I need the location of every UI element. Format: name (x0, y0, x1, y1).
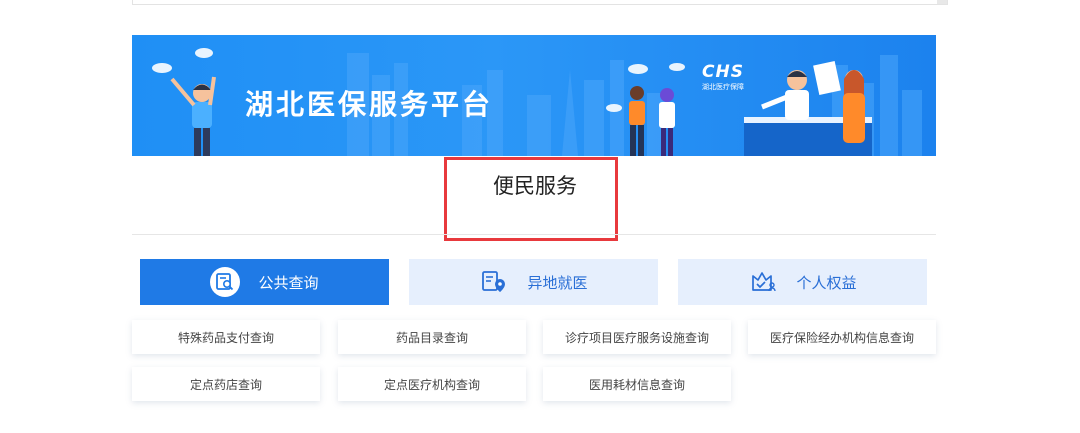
service-designated-pharmacy[interactable]: 定点药店查询 (132, 367, 320, 401)
search-document-icon (210, 267, 241, 297)
tab-label: 异地就医 (527, 273, 588, 292)
chs-logo: CHS 湖北医疗保障 (697, 62, 749, 96)
section-divider (132, 234, 936, 235)
tab-label: 个人权益 (796, 273, 857, 292)
service-designated-medical-institution[interactable]: 定点医疗机构查询 (338, 367, 526, 401)
service-diagnosis-facility[interactable]: 诊疗项目医疗服务设施查询 (543, 320, 731, 354)
highlight-box (444, 157, 618, 241)
search-bar-remnant (132, 0, 948, 5)
chs-logo-subtext: 湖北医疗保障 (702, 83, 744, 91)
tab-label: 公共查询 (258, 273, 319, 292)
service-insurance-agency[interactable]: 医疗保险经办机构信息查询 (748, 320, 936, 354)
tab-personal-rights[interactable]: 个人权益 (678, 259, 927, 305)
banner: 湖北医保服务平台 CHS 湖北医疗保障 (132, 35, 936, 156)
banner-title: 湖北医保服务平台 (245, 88, 494, 121)
scrollbar-stub (937, 0, 947, 4)
chs-logo-text: CHS (702, 62, 744, 82)
service-special-drug-payment[interactable]: 特殊药品支付查询 (132, 320, 320, 354)
tab-remote-medical[interactable]: 异地就医 (409, 259, 658, 305)
tab-public-query[interactable]: 公共查询 (140, 259, 389, 305)
crown-user-icon (748, 267, 778, 297)
location-document-icon (479, 267, 509, 297)
service-drug-catalog[interactable]: 药品目录查询 (338, 320, 526, 354)
service-medical-consumables[interactable]: 医用耗材信息查询 (543, 367, 731, 401)
